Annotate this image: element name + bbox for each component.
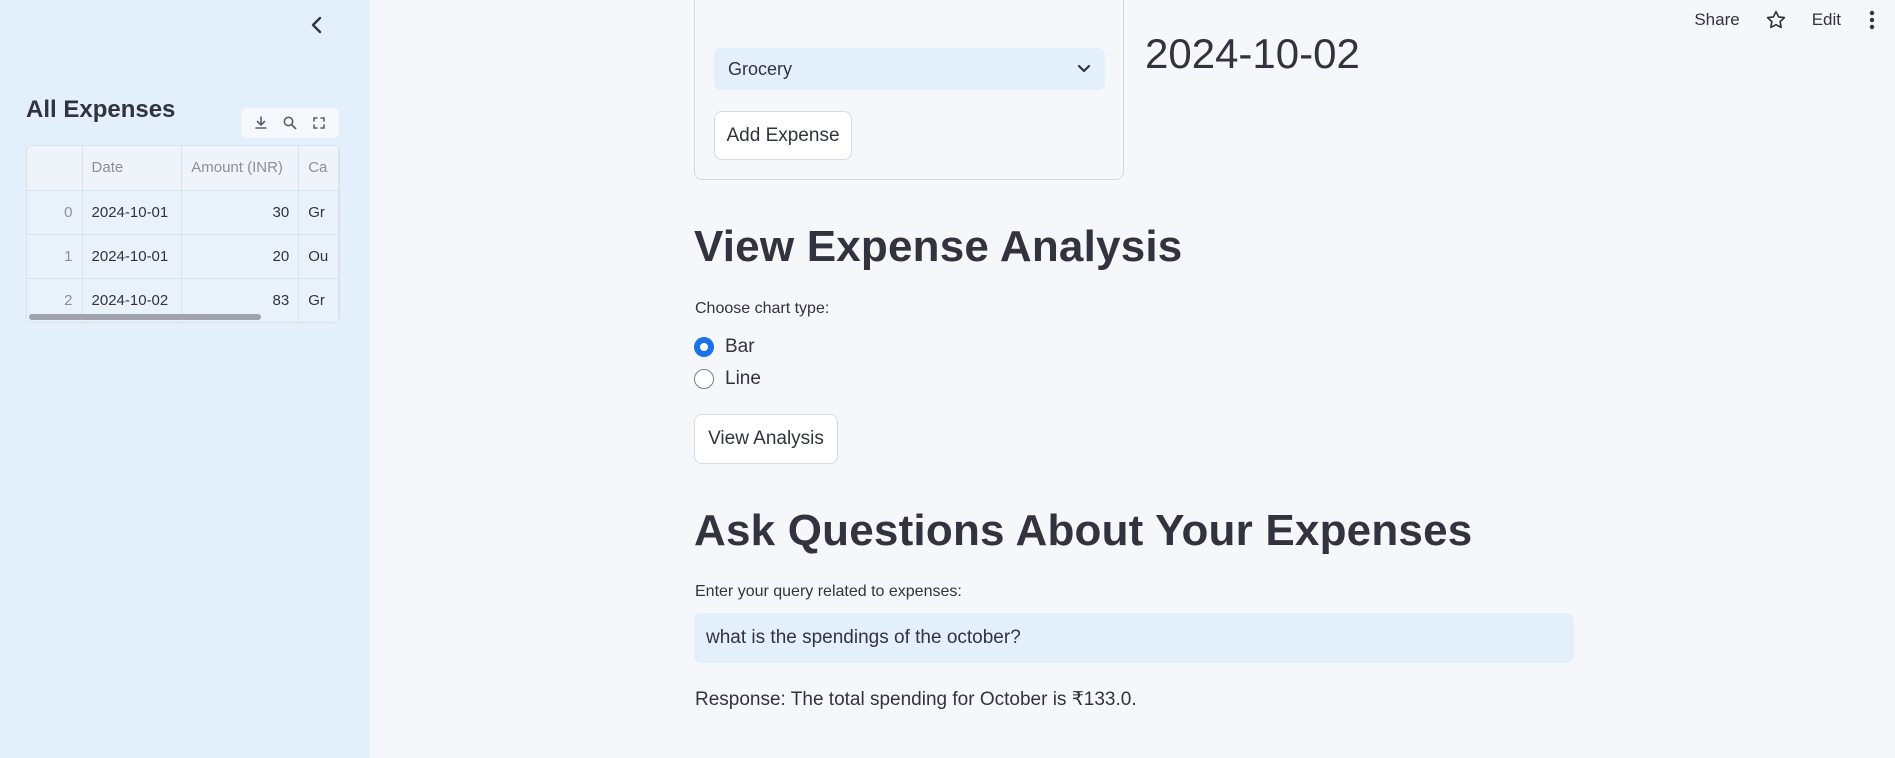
- search-icon[interactable]: [279, 112, 301, 134]
- category-cell[interactable]: Ou: [298, 234, 339, 279]
- star-icon[interactable]: [1765, 9, 1787, 31]
- amount-column-header[interactable]: Amount (INR): [181, 146, 300, 191]
- expenses-table[interactable]: Date Amount (INR) Ca 0 2024-10-01 30 Gr …: [26, 145, 340, 323]
- radio-label-bar: Bar: [725, 336, 755, 357]
- response-text: Response: The total spending for October…: [695, 689, 1137, 710]
- date-cell[interactable]: 2024-10-01: [82, 190, 183, 235]
- sidebar: All Expenses Date Amount (INR) Ca 0 2024…: [0, 0, 370, 758]
- row-index[interactable]: 1: [27, 234, 83, 279]
- radio-unselected-icon[interactable]: [694, 369, 714, 389]
- date-cell[interactable]: 2024-10-01: [82, 234, 183, 279]
- chevron-down-icon: [1077, 64, 1091, 73]
- sidebar-title: All Expenses: [26, 96, 176, 123]
- radio-option-bar[interactable]: Bar: [694, 336, 755, 358]
- analysis-heading: View Expense Analysis: [694, 222, 1183, 271]
- category-cell[interactable]: Gr: [298, 278, 339, 322]
- more-vertical-icon[interactable]: [1869, 10, 1875, 30]
- collapse-sidebar-button[interactable]: [304, 12, 330, 38]
- share-button[interactable]: Share: [1694, 10, 1739, 30]
- radio-label-line: Line: [725, 368, 761, 389]
- radio-option-line[interactable]: Line: [694, 368, 761, 390]
- download-icon[interactable]: [250, 112, 272, 134]
- amount-cell[interactable]: 20: [181, 234, 300, 279]
- selected-date-display: 2024-10-02: [1145, 30, 1360, 77]
- category-column-header[interactable]: Ca: [298, 146, 339, 191]
- category-select[interactable]: Grocery: [714, 48, 1105, 90]
- index-column-header[interactable]: [27, 146, 83, 191]
- questions-heading: Ask Questions About Your Expenses: [694, 506, 1473, 555]
- table-row: 1 2024-10-01 20 Ou: [27, 234, 339, 279]
- top-bar: Share Edit: [1694, 0, 1895, 40]
- add-expense-button[interactable]: Add Expense: [714, 111, 852, 160]
- fullscreen-icon[interactable]: [308, 112, 330, 134]
- category-cell[interactable]: Gr: [298, 190, 339, 235]
- table-header-row: Date Amount (INR) Ca: [27, 146, 339, 191]
- query-input[interactable]: [694, 613, 1574, 663]
- horizontal-scrollbar[interactable]: [29, 314, 261, 320]
- category-select-value: Grocery: [728, 58, 793, 79]
- radio-selected-icon[interactable]: [694, 337, 714, 357]
- edit-button[interactable]: Edit: [1812, 10, 1841, 30]
- view-analysis-button[interactable]: View Analysis: [694, 414, 838, 464]
- table-row: 0 2024-10-01 30 Gr: [27, 190, 339, 235]
- row-index[interactable]: 0: [27, 190, 83, 235]
- query-label: Enter your query related to expenses:: [695, 583, 962, 600]
- date-column-header[interactable]: Date: [82, 146, 183, 191]
- chevron-left-icon: [311, 16, 322, 34]
- table-toolbar: [241, 108, 339, 138]
- amount-cell[interactable]: 30: [181, 190, 300, 235]
- chart-type-label: Choose chart type:: [695, 300, 830, 317]
